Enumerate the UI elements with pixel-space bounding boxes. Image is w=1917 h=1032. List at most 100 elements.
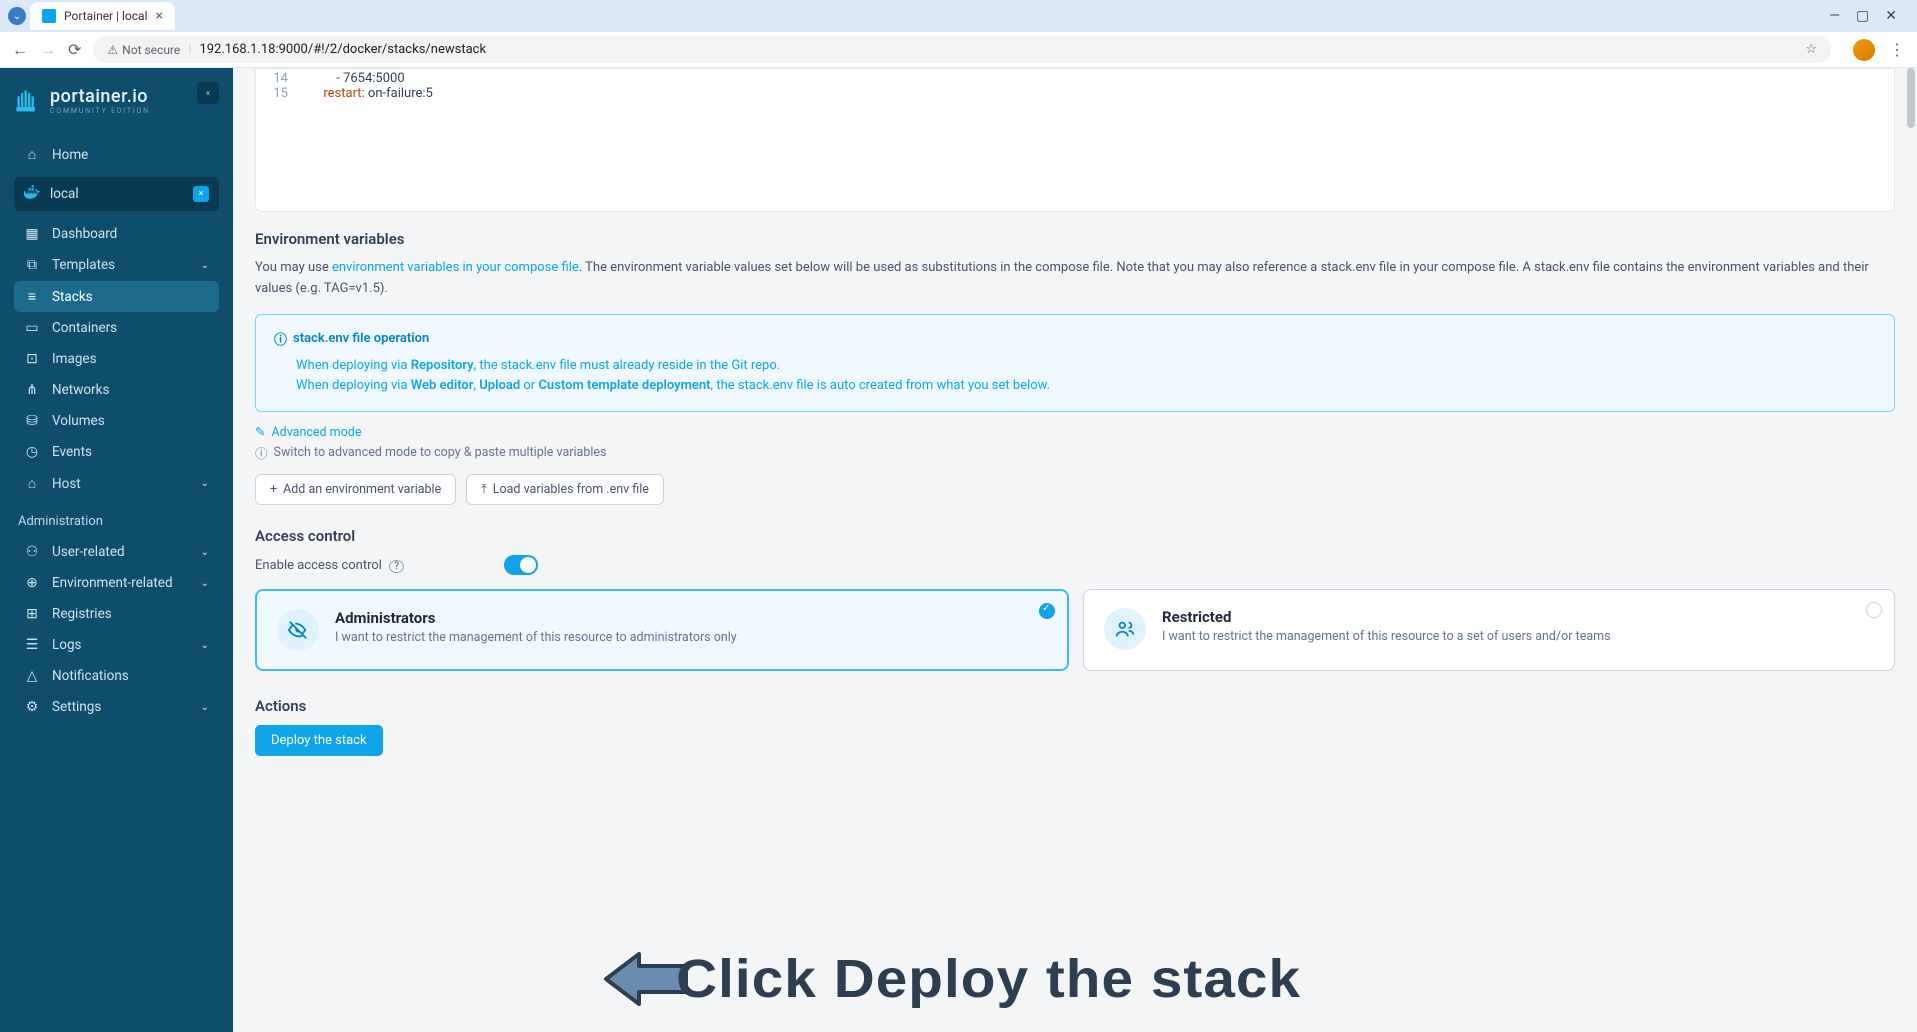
reload-icon[interactable]: ⟳ [68, 40, 81, 59]
nav-icon: △ [24, 668, 40, 684]
info-small-icon: ⓘ [255, 443, 268, 462]
profile-avatar[interactable] [1853, 39, 1875, 61]
docker-icon [24, 185, 40, 203]
nav-icon: ⛁ [24, 413, 40, 429]
nav-icon: ⚙ [24, 699, 40, 715]
chevron-down-icon: ⌄ [201, 260, 209, 271]
info-icon: ⓘ [274, 329, 287, 348]
chevron-down-icon: ⌄ [201, 640, 209, 651]
edit-icon: ✎ [255, 424, 265, 440]
sidebar-env-selector[interactable]: local × [14, 177, 219, 211]
nav-icon: ☰ [24, 637, 40, 653]
browser-tab[interactable]: Portainer | local × [30, 2, 175, 30]
sidebar-item-registries[interactable]: ⊞Registries [14, 599, 219, 629]
tab-favicon [42, 9, 56, 23]
sidebar-item-logs[interactable]: ☰Logs⌄ [14, 630, 219, 660]
access-card-restricted[interactable]: Restricted I want to restrict the manage… [1083, 589, 1895, 671]
sidebar-item-home[interactable]: ⌂ Home [14, 139, 219, 170]
nav-icon: ⧉ [24, 257, 40, 273]
back-icon[interactable]: ← [12, 40, 28, 60]
home-icon: ⌂ [24, 146, 40, 163]
sidebar-item-volumes[interactable]: ⛁Volumes [14, 406, 219, 436]
tab-title: Portainer | local [64, 9, 148, 23]
advanced-mode-link[interactable]: ✎ Advanced mode [255, 424, 1895, 440]
sidebar-section-admin: Administration [14, 500, 219, 537]
browser-chrome: ⌄ Portainer | local × — ▢ ✕ ← → ⟳ ⚠ Not … [0, 0, 1917, 68]
sidebar-item-events[interactable]: ◷Events [14, 437, 219, 467]
logo-edition: COMMUNITY EDITION [50, 107, 150, 115]
nav-icon: ▭ [24, 320, 40, 336]
access-toggle-label: Enable access control ? [255, 558, 404, 573]
sidebar-collapse-button[interactable]: « [197, 82, 219, 104]
sidebar-item-containers[interactable]: ▭Containers [14, 313, 219, 343]
card-restricted-title: Restricted [1162, 608, 1611, 626]
card-admin-title: Administrators [335, 609, 737, 627]
nav-icon: ▦ [24, 226, 40, 242]
maximize-icon[interactable]: ▢ [1856, 8, 1869, 24]
editor-line[interactable]: 15 restart: on-failure:5 [256, 86, 1894, 101]
close-window-icon[interactable]: ✕ [1885, 8, 1897, 24]
sidebar-item-notifications[interactable]: △Notifications [14, 661, 219, 691]
logo-name: portainer.io [50, 86, 148, 107]
tab-close-icon[interactable]: × [156, 8, 163, 24]
sidebar-item-user-related[interactable]: ⚇User-related⌄ [14, 537, 219, 567]
main-content: 14 - 7654:500015 restart: on-failure:5 E… [233, 68, 1917, 1032]
nav-icon: ⊞ [24, 606, 40, 622]
nav-icon: ⚇ [24, 544, 40, 560]
tutorial-annotation: Click Deploy the stack [601, 944, 1286, 1014]
section-access-title: Access control [255, 527, 1895, 545]
sidebar-item-images[interactable]: ⊡Images [14, 344, 219, 374]
compose-editor[interactable]: 14 - 7654:500015 restart: on-failure:5 [255, 68, 1895, 212]
nav-icon: ◷ [24, 444, 40, 460]
sidebar-item-networks[interactable]: ⋔Networks [14, 375, 219, 405]
add-env-var-button[interactable]: + Add an environment variable [255, 474, 456, 505]
sidebar-item-host[interactable]: ⌂Host⌄ [14, 468, 219, 499]
sidebar: « portainer.io COMMUNITY EDITION ⌂ Home … [0, 68, 233, 1032]
security-badge[interactable]: ⚠ Not secure [107, 43, 180, 57]
env-docs-link[interactable]: environment variables in your compose fi… [332, 260, 579, 275]
editor-line[interactable]: 14 - 7654:5000 [256, 71, 1894, 86]
warning-icon: ⚠ [107, 43, 118, 57]
tab-bar: ⌄ Portainer | local × — ▢ ✕ [0, 0, 1917, 32]
url-input[interactable]: ⚠ Not secure | 192.168.1.18:9000/#!/2/do… [93, 36, 1831, 63]
sidebar-item-environment-related[interactable]: ⊕Environment-related⌄ [14, 568, 219, 598]
minimize-icon[interactable]: — [1829, 8, 1840, 24]
arrow-left-icon [601, 944, 691, 1014]
eye-off-icon [277, 609, 319, 651]
card-admin-desc: I want to restrict the management of thi… [335, 630, 737, 645]
deploy-stack-button[interactable]: Deploy the stack [255, 725, 383, 756]
address-bar: ← → ⟳ ⚠ Not secure | 192.168.1.18:9000/#… [0, 32, 1917, 68]
bookmark-star-icon[interactable]: ☆ [1805, 42, 1817, 57]
logo[interactable]: portainer.io COMMUNITY EDITION [14, 86, 219, 115]
stackenv-info-box: ⓘ stack.env file operation When deployin… [255, 314, 1895, 413]
kebab-menu-icon[interactable]: ⋮ [1889, 40, 1905, 59]
help-icon[interactable]: ? [389, 560, 404, 573]
forward-icon[interactable]: → [40, 40, 56, 60]
plus-icon: + [270, 482, 277, 497]
nav-icon: ⌂ [24, 475, 40, 492]
nav-icon: ⊡ [24, 351, 40, 367]
chevron-down-icon: ⌄ [201, 478, 209, 489]
scrollbar-thumb[interactable] [1907, 68, 1915, 128]
sidebar-item-stacks[interactable]: ≡Stacks [14, 281, 219, 312]
sidebar-item-settings[interactable]: ⚙Settings⌄ [14, 692, 219, 722]
nav-icon: ⊕ [24, 575, 40, 591]
tab-search-button[interactable]: ⌄ [8, 7, 26, 25]
sidebar-item-dashboard[interactable]: ▦Dashboard [14, 219, 219, 249]
env-name: local [50, 186, 79, 202]
users-icon [1104, 608, 1146, 650]
check-icon [1039, 603, 1055, 619]
env-close-icon[interactable]: × [193, 186, 209, 202]
access-control-toggle[interactable] [504, 555, 538, 575]
url-text: 192.168.1.18:9000/#!/2/docker/stacks/new… [199, 42, 486, 57]
sidebar-item-templates[interactable]: ⧉Templates⌄ [14, 250, 219, 280]
nav-icon: ⋔ [24, 382, 40, 398]
section-actions-title: Actions [255, 697, 1895, 715]
card-restricted-desc: I want to restrict the management of thi… [1162, 629, 1611, 644]
chevron-down-icon: ⌄ [201, 702, 209, 713]
radio-icon [1866, 602, 1882, 618]
upload-icon: ⤒ [481, 482, 487, 497]
load-env-file-button[interactable]: ⤒ Load variables from .env file [466, 474, 664, 505]
access-card-administrators[interactable]: Administrators I want to restrict the ma… [255, 589, 1069, 671]
portainer-logo-icon [14, 87, 42, 115]
